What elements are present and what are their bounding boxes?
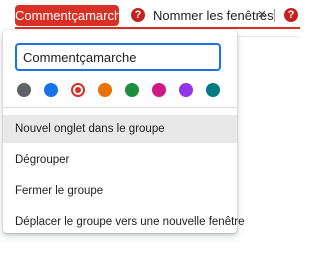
color-swatch-green[interactable] xyxy=(125,83,139,97)
color-swatch-pink[interactable] xyxy=(152,83,166,97)
group-name-input[interactable] xyxy=(15,43,221,71)
tab-nommer-les-fenetres[interactable]: ? Nommer les fenêtres xyxy=(131,4,274,26)
tab-partial[interactable]: ? xyxy=(284,4,304,26)
toolbar-divider xyxy=(237,36,300,37)
tab-strip: Commentçamarche ? Nommer les fenêtres × … xyxy=(0,0,300,37)
color-swatch-blue[interactable] xyxy=(44,83,58,97)
tab-group-underline xyxy=(15,27,300,29)
question-mark-icon: ? xyxy=(131,8,145,22)
tab-separator xyxy=(274,9,275,22)
tab-group-chip[interactable]: Commentçamarche xyxy=(15,5,128,26)
menu-item-new-tab-in-group[interactable]: Nouvel onglet dans le groupe xyxy=(3,115,237,143)
menu-item-ungroup[interactable]: Dégrouper xyxy=(3,146,237,174)
group-context-menu: Nouvel onglet dans le groupe Dégrouper F… xyxy=(3,115,245,239)
color-swatch-purple[interactable] xyxy=(179,83,193,97)
close-tab-icon[interactable]: × xyxy=(256,4,268,26)
menu-item-move-group-to-new-window[interactable]: Déplacer le groupe vers une nouvelle fen… xyxy=(3,208,245,236)
tab-group-editor-bubble: Nouvel onglet dans le groupe Dégrouper F… xyxy=(3,30,245,233)
color-swatch-red[interactable] xyxy=(71,83,85,97)
menu-divider xyxy=(3,107,237,108)
color-swatch-orange[interactable] xyxy=(98,83,112,97)
color-swatch-cyan[interactable] xyxy=(206,83,220,97)
question-mark-icon: ? xyxy=(284,8,298,22)
color-swatch-grey[interactable] xyxy=(17,83,31,97)
menu-item-close-group[interactable]: Fermer le groupe xyxy=(3,177,237,205)
